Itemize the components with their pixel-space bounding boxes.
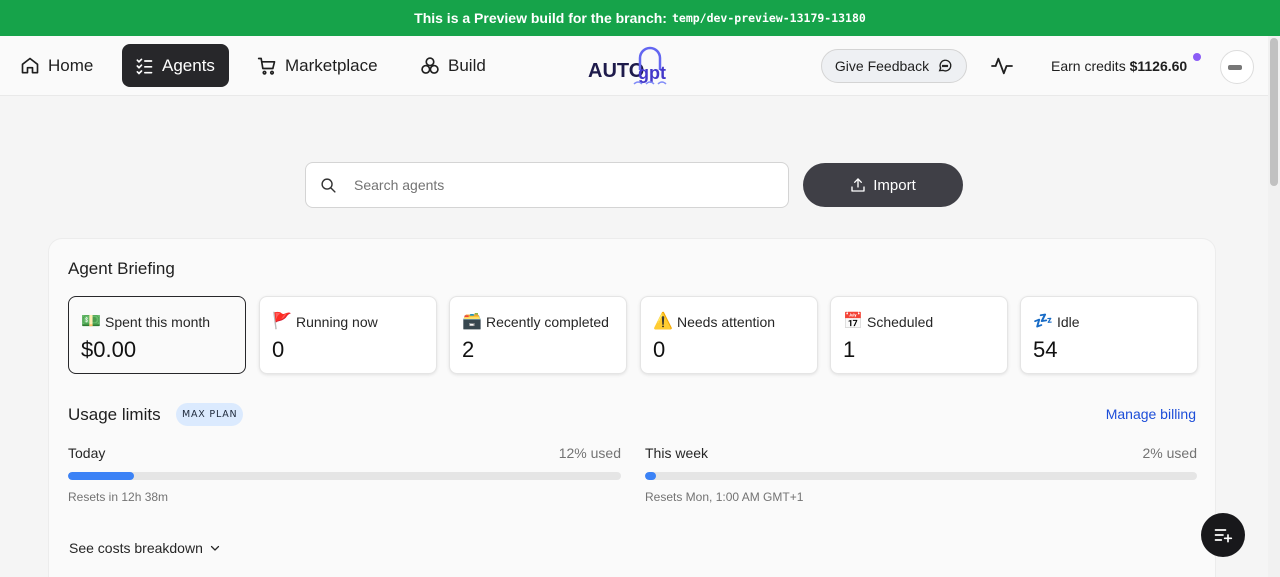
cubes-icon [421,56,439,74]
stat-label: Idle [1057,314,1080,330]
flag-icon: 🚩 [272,311,292,330]
stat-card-idle[interactable]: 💤 Idle 54 [1020,296,1198,374]
search-icon [321,178,336,193]
search-bar[interactable] [305,162,789,208]
stat-label: Running now [296,314,378,330]
credits-balance: $1126.60 [1129,58,1188,74]
page-scrollbar[interactable] [1268,36,1280,577]
calendar-icon: 📅 [843,311,863,330]
stat-card-attention[interactable]: ⚠️ Needs attention 0 [640,296,818,374]
stat-label: Spent this month [105,314,211,330]
sleep-icon: 💤 [1033,311,1053,330]
svg-text:gpt: gpt [638,63,666,83]
nav-agents-label: Agents [162,55,215,75]
money-icon: 💵 [81,311,101,330]
stat-value: 54 [1033,337,1058,362]
earn-credits[interactable]: Earn credits $1126.60 [1051,58,1187,74]
limit-today-fill [68,472,135,480]
top-navbar: Home Agents Marketplace Build AUTO gpt G… [0,36,1268,96]
earn-credits-label: Earn credits [1051,58,1126,74]
costs-breakdown-label: See costs breakdown [69,540,203,556]
limit-week-label: This week [645,445,709,461]
manage-billing-link[interactable]: Manage billing [1106,406,1196,422]
limit-today-used: 12% used [558,445,621,461]
activity-icon[interactable] [991,56,1013,76]
limit-week-used: 2% used [1142,445,1197,461]
limit-today-label: Today [68,445,106,461]
stat-label: Scheduled [867,314,934,330]
home-icon [21,57,39,73]
costs-breakdown-toggle[interactable]: See costs breakdown [69,540,221,556]
limit-today-reset: Resets in 12h 38m [68,490,169,504]
limit-week-reset: Resets Mon, 1:00 AM GMT+1 [645,490,804,504]
nav-build[interactable]: Build [408,44,498,87]
limit-week-fill [645,472,657,480]
give-feedback-label: Give Feedback [834,58,930,74]
limit-today-progress [68,472,621,480]
stat-card-scheduled[interactable]: 📅 Scheduled 1 [830,296,1008,374]
preview-banner: This is a Preview build for the branch: … [0,0,1280,36]
banner-text: This is a Preview build for the branch: [414,10,667,26]
nav-marketplace[interactable]: Marketplace [245,44,390,87]
banner-branch: temp/dev-preview-13179-13180 [671,11,866,25]
nav-build-label: Build [448,55,486,75]
nav-home[interactable]: Home [8,44,105,87]
cart-icon [257,57,276,75]
assistant-fab-button[interactable] [1201,513,1245,557]
usage-limits-title: Usage limits [68,405,161,424]
stat-card-completed[interactable]: 🗃️ Recently completed 2 [449,296,627,374]
stat-value: 2 [462,337,475,362]
stat-value: 0 [653,337,666,362]
import-button[interactable]: Import [803,163,963,207]
give-feedback-button[interactable]: Give Feedback [821,49,967,83]
stat-value: 1 [843,337,856,362]
stat-card-running[interactable]: 🚩 Running now 0 [259,296,437,374]
stat-label: Recently completed [486,314,609,330]
limit-week-progress [645,472,1197,480]
autogpt-logo[interactable]: AUTO gpt [586,44,678,88]
upload-icon [851,178,865,192]
user-avatar[interactable] [1220,50,1254,84]
list-check-icon [136,58,153,75]
stat-card-spent[interactable]: 💵 Spent this month $0.00 [68,296,246,374]
scrollbar-thumb[interactable] [1270,38,1278,186]
nav-agents[interactable]: Agents [122,44,229,87]
svg-text:AUTO: AUTO [588,60,644,82]
nav-home-label: Home [48,55,94,75]
stat-label: Needs attention [677,314,776,330]
import-label: Import [873,176,916,194]
search-input[interactable] [354,163,774,207]
chat-bubble-icon [938,59,952,72]
stat-value: $0.00 [81,337,137,362]
notification-dot [1193,53,1201,61]
agent-briefing-panel: Agent Briefing 💵 Spent this month $0.00 … [48,238,1216,577]
chevron-down-icon [210,545,219,551]
warning-icon: ⚠️ [653,311,673,330]
list-sparkle-icon [1214,529,1233,543]
plan-badge: MAX PLAN [176,403,244,426]
briefing-title: Agent Briefing [68,259,175,278]
stat-value: 0 [272,337,285,362]
nav-marketplace-label: Marketplace [285,55,378,75]
file-box-icon: 🗃️ [462,311,482,330]
